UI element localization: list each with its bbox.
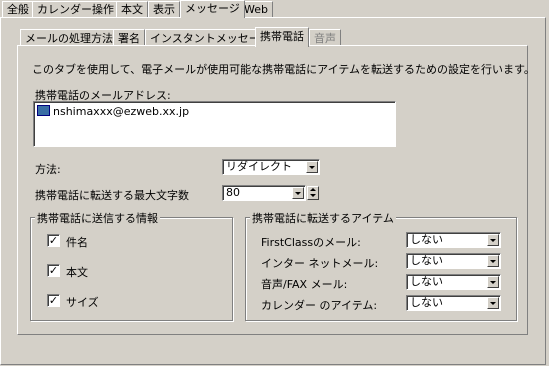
items-group-title: 携帯電話に転送するアイテム <box>250 210 396 226</box>
voice-fax-mail-value: しない <box>410 275 443 288</box>
tab-message[interactable]: メッセージ <box>180 0 245 18</box>
email-entry-icon <box>37 105 50 116</box>
tab-general[interactable]: 全般 <box>2 1 34 17</box>
internet-mail-dropdown[interactable]: しない <box>406 253 501 269</box>
size-checkbox[interactable]: ✓ <box>47 294 60 307</box>
tab-mobile-phone[interactable]: 携帯電話 <box>255 27 309 47</box>
chevron-down-icon[interactable] <box>487 255 499 267</box>
calendar-items-dropdown[interactable]: しない <box>406 295 501 311</box>
subject-label: 件名 <box>66 236 88 249</box>
firstclass-mail-label: FirstClassのメール: <box>261 236 361 249</box>
tab-display[interactable]: 表示 <box>148 1 180 17</box>
max-chars-dropdown[interactable]: 80 <box>222 185 306 201</box>
internet-mail-label: インター ネットメール: <box>261 257 379 270</box>
firstclass-mail-dropdown[interactable]: しない <box>406 232 501 248</box>
tab-body[interactable]: 本文 <box>116 1 148 17</box>
method-value: リダイレクト <box>226 160 292 173</box>
chevron-down-icon[interactable] <box>487 276 499 288</box>
panel-description: このタブを使用して、電子メールが使用可能な携帯電話にアイテムを転送するための設定… <box>32 63 535 76</box>
chevron-down-icon[interactable] <box>306 161 318 173</box>
tab-signature[interactable]: 署名 <box>113 29 145 46</box>
chevron-down-icon[interactable] <box>487 297 499 309</box>
tab-calendar-operations[interactable]: カレンダー操作 <box>32 1 119 17</box>
method-label: 方法: <box>35 163 61 176</box>
calendar-items-label: カレンダー のアイテム: <box>261 299 378 312</box>
max-chars-label: 携帯電話に転送する最大文字数 <box>35 189 189 202</box>
email-address-list[interactable]: nshimaxxx@ezweb.xx.jp <box>33 101 396 147</box>
list-item[interactable]: nshimaxxx@ezweb.xx.jp <box>37 105 189 118</box>
info-group-title: 携帯電話に送信する情報 <box>35 210 160 226</box>
size-label: サイズ <box>66 296 99 309</box>
max-chars-value: 80 <box>226 186 240 199</box>
info-groupbox <box>30 217 233 321</box>
tab-mail-handling[interactable]: メールの処理方法 <box>20 29 118 46</box>
calendar-items-value: しない <box>410 296 443 309</box>
internet-mail-value: しない <box>410 254 443 267</box>
voice-fax-mail-label: 音声/FAX メール: <box>261 278 348 291</box>
chevron-down-icon[interactable] <box>292 187 304 199</box>
firstclass-mail-value: しない <box>410 233 443 246</box>
method-dropdown[interactable]: リダイレクト <box>222 159 320 175</box>
tab-voice: 音声 <box>309 29 341 46</box>
body-label: 本文 <box>66 266 88 279</box>
voice-fax-mail-dropdown[interactable]: しない <box>406 274 501 290</box>
body-checkbox[interactable]: ✓ <box>47 264 60 277</box>
max-chars-spinner[interactable] <box>307 186 319 200</box>
subject-checkbox[interactable]: ✓ <box>47 234 60 247</box>
chevron-down-icon[interactable] <box>487 234 499 246</box>
